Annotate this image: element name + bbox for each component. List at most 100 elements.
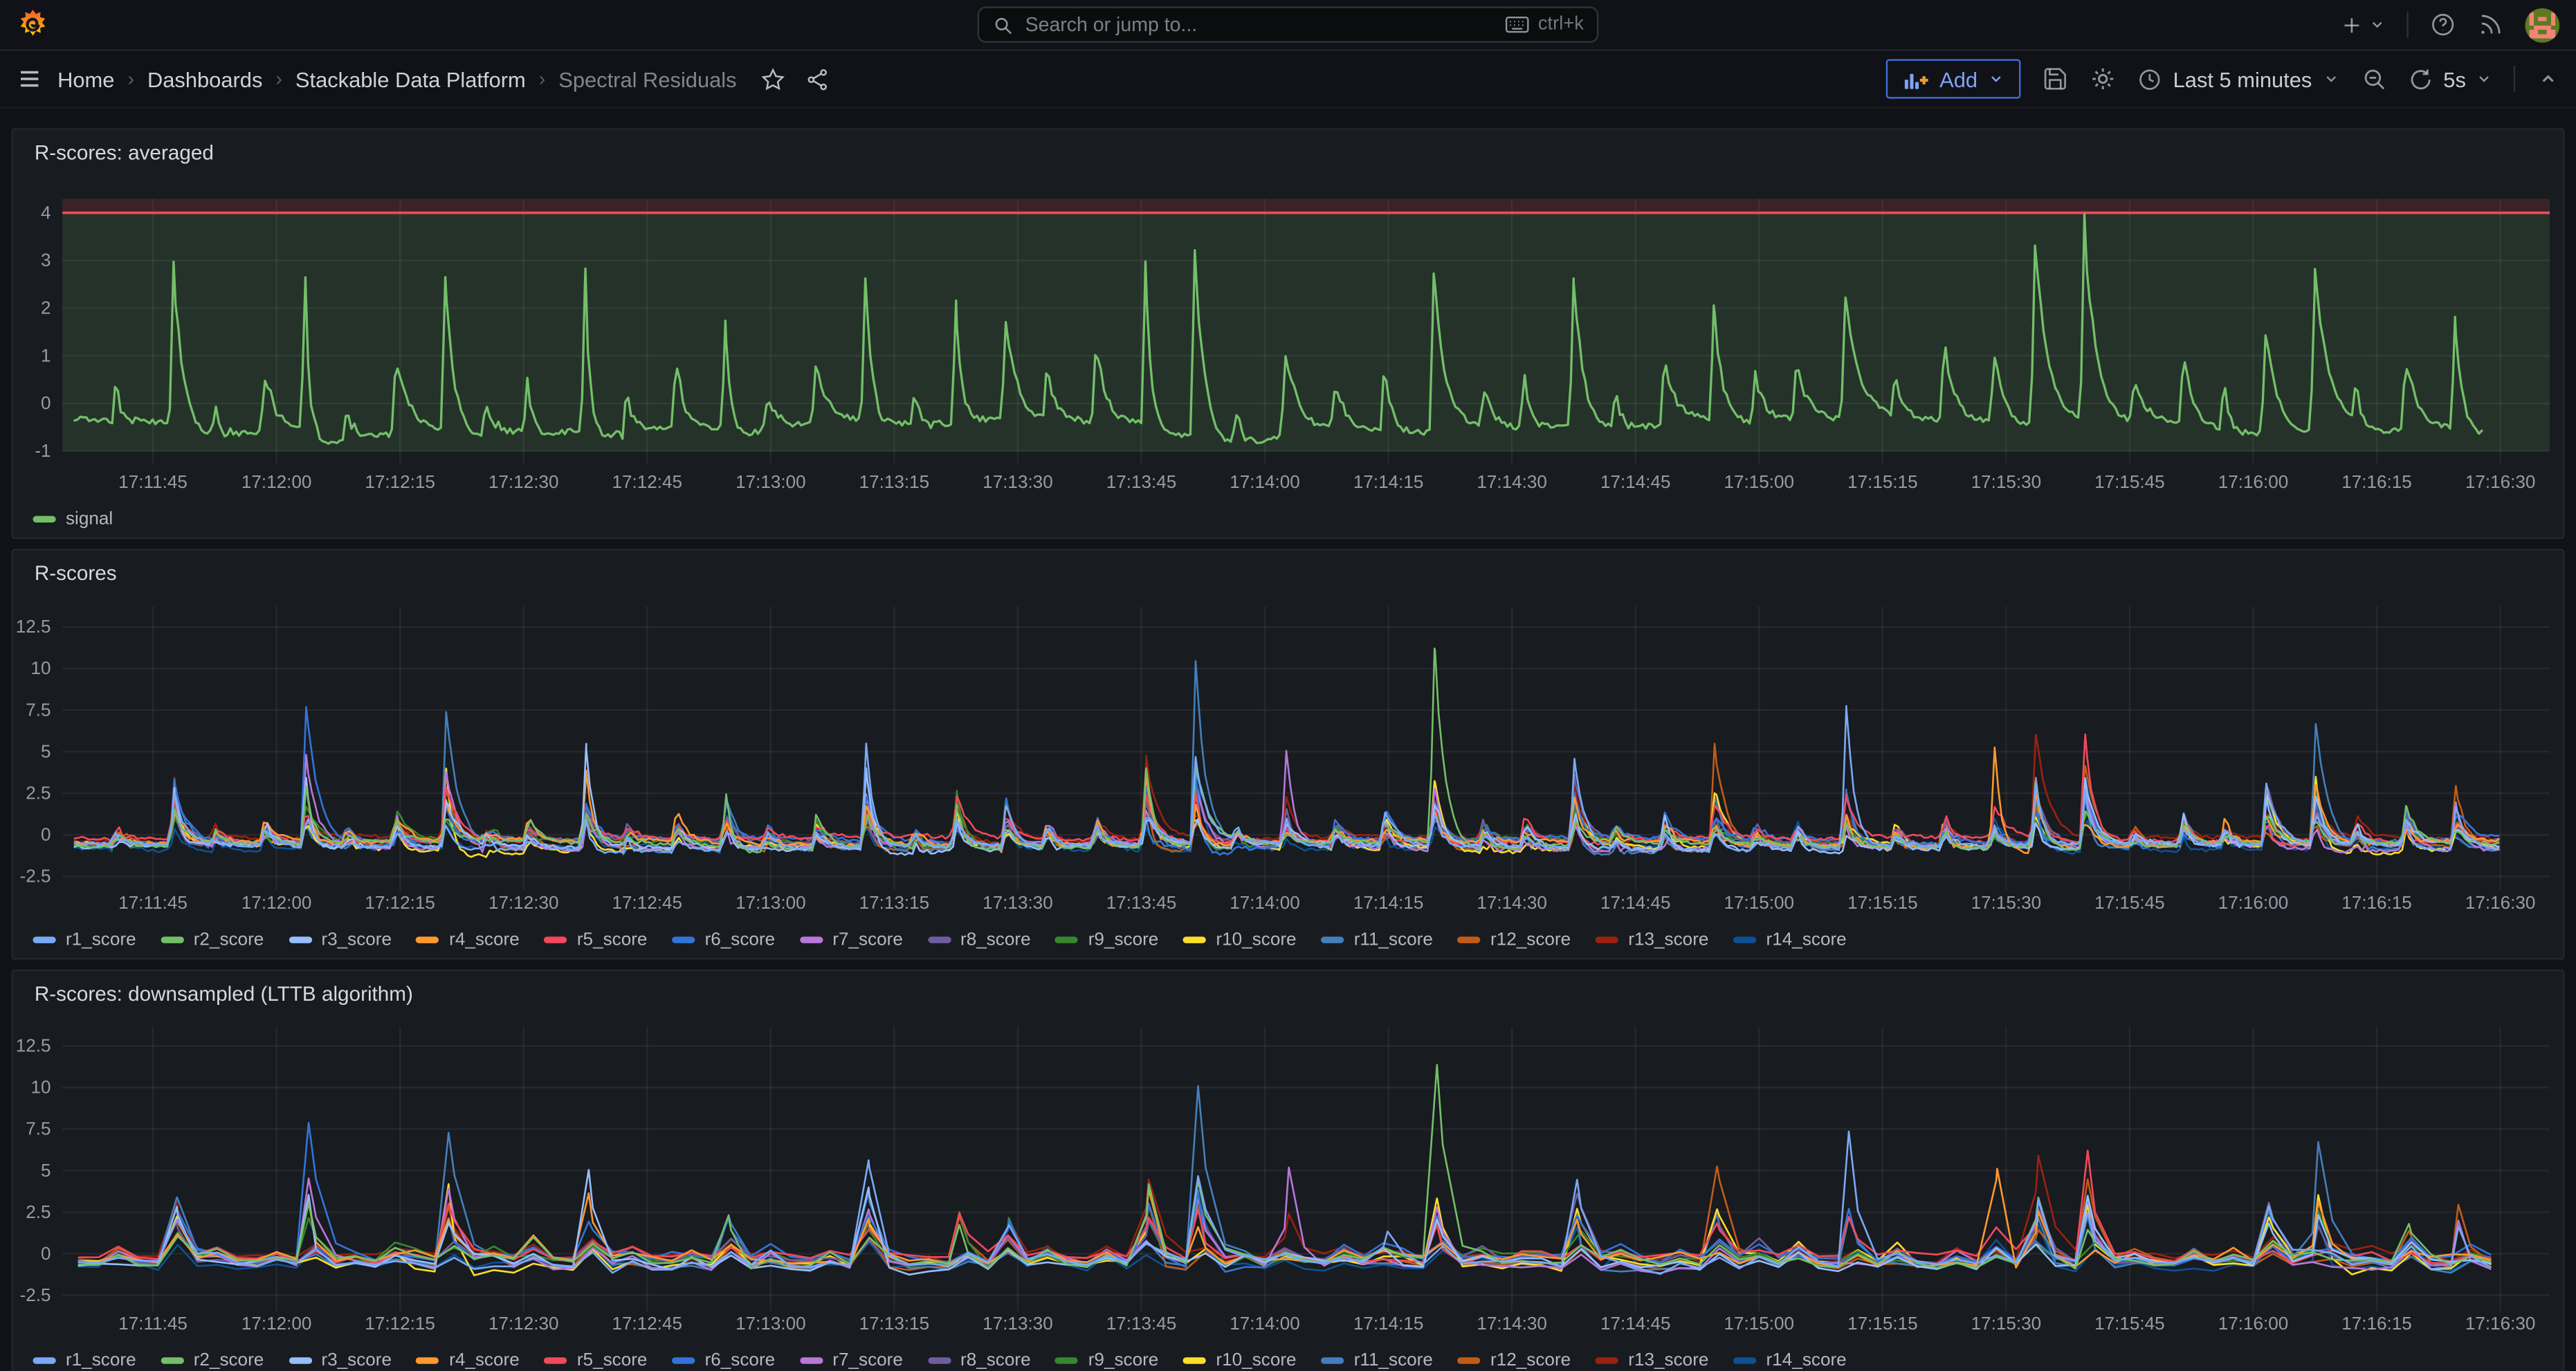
svg-text:-1: -1 (35, 440, 51, 461)
svg-text:17:14:00: 17:14:00 (1230, 892, 1300, 913)
legend-item-r5_score[interactable]: r5_score (544, 1352, 647, 1371)
legend-item-r2_score[interactable]: r2_score (161, 931, 264, 950)
timeseries-chart-r-scores-downsampled[interactable]: 17:11:4517:12:0017:12:1517:12:3017:12:45… (13, 1019, 2563, 1344)
breadcrumb-dashboards[interactable]: Dashboards (147, 66, 262, 91)
svg-text:17:12:00: 17:12:00 (241, 892, 312, 913)
legend-color-pill (417, 1358, 439, 1364)
legend-item-r13_score[interactable]: r13_score (1596, 931, 1709, 950)
breadcrumb-home[interactable]: Home (57, 66, 114, 91)
legend-item-r11_score[interactable]: r11_score (1321, 931, 1433, 950)
svg-text:17:14:15: 17:14:15 (1353, 892, 1424, 913)
timeseries-chart-r-scores[interactable]: 17:11:4517:12:0017:12:1517:12:3017:12:45… (13, 598, 2563, 923)
svg-text:12.5: 12.5 (16, 1035, 51, 1055)
legend-item-r2_score[interactable]: r2_score (161, 1352, 264, 1371)
panel-title[interactable]: R-scores: downsampled (LTTB algorithm) (13, 971, 2563, 1018)
svg-text:17:12:00: 17:12:00 (241, 1312, 312, 1333)
legend-item-r6_score[interactable]: r6_score (672, 1352, 775, 1371)
legend-label: r5_score (577, 931, 648, 950)
svg-text:17:16:00: 17:16:00 (2218, 1312, 2289, 1333)
legend-item-r14_score[interactable]: r14_score (1733, 931, 1847, 950)
legend-item-r5_score[interactable]: r5_score (544, 931, 647, 950)
legend-item-r8_score[interactable]: r8_score (928, 931, 1031, 950)
save-dashboard-icon[interactable] (2042, 66, 2068, 92)
legend-color-pill (1183, 1358, 1206, 1364)
legend-item-r9_score[interactable]: r9_score (1055, 931, 1158, 950)
add-button[interactable]: Add (1885, 59, 2020, 98)
help-button[interactable] (2430, 12, 2456, 38)
legend-label: r9_score (1088, 931, 1159, 950)
star-icon[interactable] (761, 66, 786, 91)
new-menu-button[interactable] (2339, 12, 2385, 37)
legend-item-r11_score[interactable]: r11_score (1321, 1352, 1433, 1371)
legend-item-r3_score[interactable]: r3_score (289, 931, 392, 950)
svg-text:17:16:15: 17:16:15 (2341, 1312, 2412, 1333)
timeseries-chart-r-scores-averaged[interactable]: 17:11:4517:12:0017:12:1517:12:3017:12:45… (13, 177, 2563, 502)
panel-r-scores-averaged: R-scores: averaged 17:11:4517:12:0017:12… (12, 128, 2565, 539)
svg-text:17:11:45: 17:11:45 (118, 892, 188, 913)
legend-color-pill (672, 1358, 695, 1364)
svg-text:17:16:30: 17:16:30 (2465, 471, 2536, 492)
breadcrumb-current: Spectral Residuals (558, 66, 736, 91)
legend-label: r6_score (705, 1352, 776, 1371)
nav-divider (2406, 12, 2408, 38)
menu-icon[interactable] (17, 66, 43, 92)
legend-item-r12_score[interactable]: r12_score (1458, 931, 1571, 950)
legend-label: r3_score (321, 931, 392, 950)
add-button-label: Add (1939, 66, 1977, 91)
legend-label: r4_score (449, 1352, 520, 1371)
legend-color-pill (1321, 1358, 1344, 1364)
legend-item-r10_score[interactable]: r10_score (1183, 1352, 1297, 1371)
legend-item-r12_score[interactable]: r12_score (1458, 1352, 1571, 1371)
clock-icon (2137, 66, 2162, 91)
svg-text:0: 0 (41, 1243, 51, 1264)
svg-text:17:11:45: 17:11:45 (118, 1312, 188, 1333)
breadcrumb-folder[interactable]: Stackable Data Platform (295, 66, 526, 91)
legend-label: r2_score (194, 1352, 264, 1371)
legend-item-r13_score[interactable]: r13_score (1596, 1352, 1709, 1371)
svg-text:17:12:45: 17:12:45 (612, 471, 683, 492)
search-input[interactable]: Search or jump to... ctrl+k (978, 6, 1599, 42)
legend-color-pill (1055, 1358, 1078, 1364)
legend-item-r7_score[interactable]: r7_score (800, 931, 903, 950)
legend-item-r7_score[interactable]: r7_score (800, 1352, 903, 1371)
user-avatar[interactable] (2525, 8, 2559, 42)
zoom-out-icon[interactable] (2362, 66, 2388, 92)
legend-item-r1_score[interactable]: r1_score (33, 1352, 136, 1371)
legend-color-pill (928, 937, 951, 943)
legend-item-signal[interactable]: signal (33, 510, 113, 529)
share-icon[interactable] (805, 66, 830, 91)
legend-item-r4_score[interactable]: r4_score (417, 1352, 520, 1371)
legend-color-pill (1596, 937, 1618, 943)
legend-item-r4_score[interactable]: r4_score (417, 931, 520, 950)
svg-text:17:15:00: 17:15:00 (1724, 471, 1795, 492)
panel-title[interactable]: R-scores: averaged (13, 130, 2563, 177)
svg-text:17:12:45: 17:12:45 (612, 1312, 683, 1333)
grafana-logo-icon[interactable] (17, 8, 49, 41)
time-range-picker[interactable]: Last 5 minutes (2137, 66, 2339, 91)
news-rss-button[interactable] (2478, 12, 2504, 38)
legend-item-r9_score[interactable]: r9_score (1055, 1352, 1158, 1371)
svg-text:10: 10 (31, 1076, 51, 1097)
legend-item-r1_score[interactable]: r1_score (33, 931, 136, 950)
chevron-down-icon (2323, 71, 2340, 87)
svg-text:17:13:15: 17:13:15 (859, 1312, 930, 1333)
legend-color-pill (33, 937, 55, 943)
toolbar-right: Add (1885, 59, 2559, 98)
svg-text:7.5: 7.5 (26, 699, 51, 720)
legend-item-r8_score[interactable]: r8_score (928, 1352, 1031, 1371)
legend-item-r10_score[interactable]: r10_score (1183, 931, 1297, 950)
legend-item-r3_score[interactable]: r3_score (289, 1352, 392, 1371)
panel-title[interactable]: R-scores (13, 550, 2563, 597)
legend-color-pill (544, 937, 567, 943)
svg-text:17:11:45: 17:11:45 (118, 471, 188, 492)
legend-item-r6_score[interactable]: r6_score (672, 931, 775, 950)
legend-color-pill (161, 1358, 183, 1364)
caret-up-icon[interactable] (2537, 67, 2559, 90)
legend-label: r1_score (66, 1352, 136, 1371)
legend-label: r3_score (321, 1352, 392, 1371)
refresh-picker[interactable]: 5s (2409, 66, 2492, 91)
svg-text:17:16:00: 17:16:00 (2218, 892, 2289, 913)
dashboard-settings-icon[interactable] (2090, 66, 2116, 92)
legend-item-r14_score[interactable]: r14_score (1733, 1352, 1847, 1371)
svg-text:17:16:15: 17:16:15 (2341, 471, 2412, 492)
